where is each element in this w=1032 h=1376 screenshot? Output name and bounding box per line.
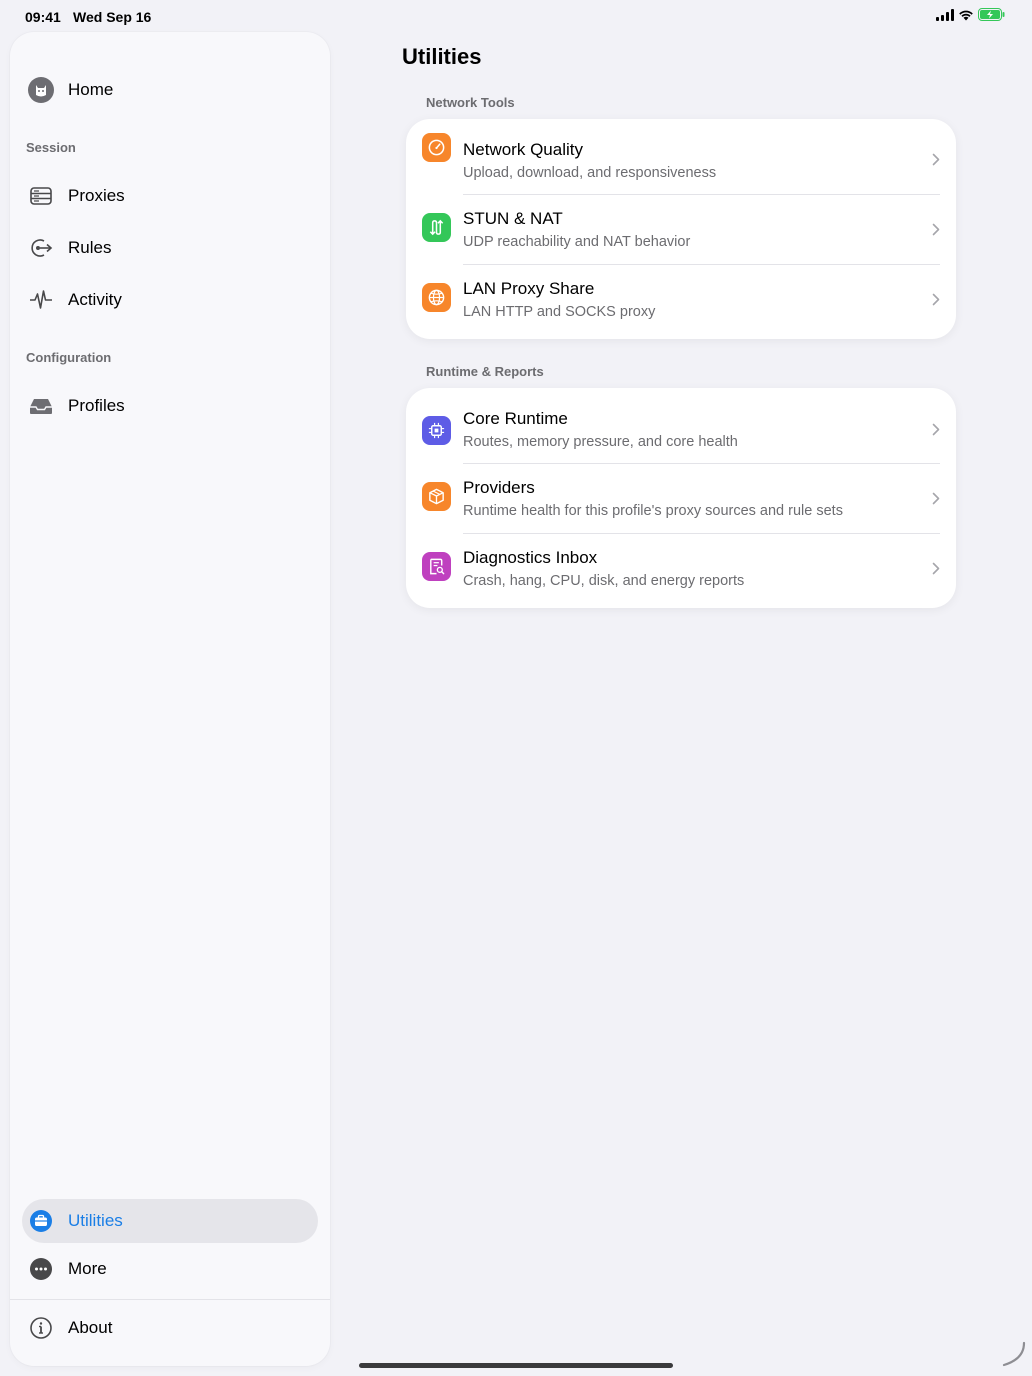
status-icons <box>936 8 1006 24</box>
battery-charging-icon <box>978 8 1006 24</box>
report-search-icon <box>422 552 451 581</box>
list-row-stun-nat[interactable]: STUN & NAT UDP reachability and NAT beha… <box>406 195 956 264</box>
sidebar-divider <box>10 1299 330 1300</box>
chevron-right-icon <box>932 293 940 311</box>
status-bar: 09:41 Wed Sep 16 <box>0 0 1032 32</box>
sidebar-item-activity[interactable]: Activity <box>22 278 318 322</box>
row-subtitle: UDP reachability and NAT behavior <box>463 234 691 250</box>
group-header-network-tools: Network Tools <box>426 95 515 110</box>
sidebar-item-utilities[interactable]: Utilities <box>22 1199 318 1243</box>
chevron-right-icon <box>932 492 940 510</box>
sidebar-item-label: More <box>68 1259 107 1278</box>
sidebar-item-label: Activity <box>68 290 122 309</box>
arrows-up-down-icon <box>422 213 451 242</box>
sidebar-item-label: Proxies <box>68 186 125 205</box>
sidebar-item-about[interactable]: About <box>22 1306 318 1350</box>
sidebar-item-proxies[interactable]: Proxies <box>22 174 318 218</box>
list-row-network-quality[interactable]: Network Quality Upload, download, and re… <box>406 119 956 188</box>
row-subtitle: Routes, memory pressure, and core health <box>463 434 738 450</box>
wifi-icon <box>958 8 974 24</box>
list-row-diagnostics-inbox[interactable]: Diagnostics Inbox Crash, hang, CPU, disk… <box>406 534 956 603</box>
app-avatar-icon <box>26 75 56 105</box>
sidebar-item-label: Utilities <box>68 1211 123 1230</box>
row-subtitle: Runtime health for this profile's proxy … <box>463 503 843 519</box>
network-tools-card: Network Quality Upload, download, and re… <box>406 119 956 339</box>
sidebar-section-session: Session <box>26 140 76 155</box>
row-title: Providers <box>463 478 535 497</box>
cpu-icon <box>422 416 451 445</box>
speedometer-icon <box>422 133 451 162</box>
status-date: Wed Sep 16 <box>73 9 152 25</box>
sidebar-item-rules[interactable]: Rules <box>22 226 318 270</box>
sidebar-item-home[interactable]: Home <box>22 68 318 112</box>
sidebar: Home Session Proxies Rules Activity Conf… <box>10 32 330 1366</box>
tray-icon <box>26 391 56 421</box>
list-row-lan-proxy-share[interactable]: LAN Proxy Share LAN HTTP and SOCKS proxy <box>406 265 956 334</box>
page-title: Utilities <box>402 44 482 69</box>
ellipsis-circle-icon <box>26 1254 56 1284</box>
server-rack-icon <box>26 181 56 211</box>
row-title: Network Quality <box>463 140 583 159</box>
sidebar-item-label: About <box>68 1318 113 1337</box>
sidebar-item-label: Rules <box>68 238 112 257</box>
chevron-right-icon <box>932 223 940 241</box>
list-row-providers[interactable]: Providers Runtime health for this profil… <box>406 464 956 533</box>
chevron-right-icon <box>932 153 940 171</box>
info-circle-icon <box>26 1313 56 1343</box>
toolbox-icon <box>26 1206 56 1236</box>
sidebar-section-configuration: Configuration <box>26 350 112 365</box>
cellular-signal-icon <box>936 8 954 24</box>
row-subtitle: LAN HTTP and SOCKS proxy <box>463 304 656 320</box>
row-subtitle: Crash, hang, CPU, disk, and energy repor… <box>463 573 745 589</box>
row-subtitle: Upload, download, and responsiveness <box>463 165 717 181</box>
group-header-runtime-reports: Runtime & Reports <box>426 364 544 379</box>
waveform-icon <box>26 285 56 315</box>
home-indicator[interactable] <box>359 1363 673 1368</box>
row-title: Core Runtime <box>463 409 568 428</box>
sidebar-item-label: Home <box>68 80 114 99</box>
status-time: 09:41 <box>25 9 61 25</box>
row-title: LAN Proxy Share <box>463 279 595 298</box>
chevron-right-icon <box>932 423 940 441</box>
sidebar-item-profiles[interactable]: Profiles <box>22 384 318 428</box>
resize-corner-icon[interactable] <box>1002 1341 1028 1372</box>
globe-icon <box>422 283 451 312</box>
arrow-route-icon <box>26 233 56 263</box>
list-row-core-runtime[interactable]: Core Runtime Routes, memory pressure, an… <box>406 388 956 457</box>
row-title: STUN & NAT <box>463 209 563 228</box>
sidebar-item-label: Profiles <box>68 396 125 415</box>
chevron-right-icon <box>932 562 940 580</box>
cube-icon <box>422 482 451 511</box>
row-title: Diagnostics Inbox <box>463 548 598 567</box>
sidebar-item-more[interactable]: More <box>22 1247 318 1291</box>
runtime-reports-card: Core Runtime Routes, memory pressure, an… <box>406 388 956 608</box>
